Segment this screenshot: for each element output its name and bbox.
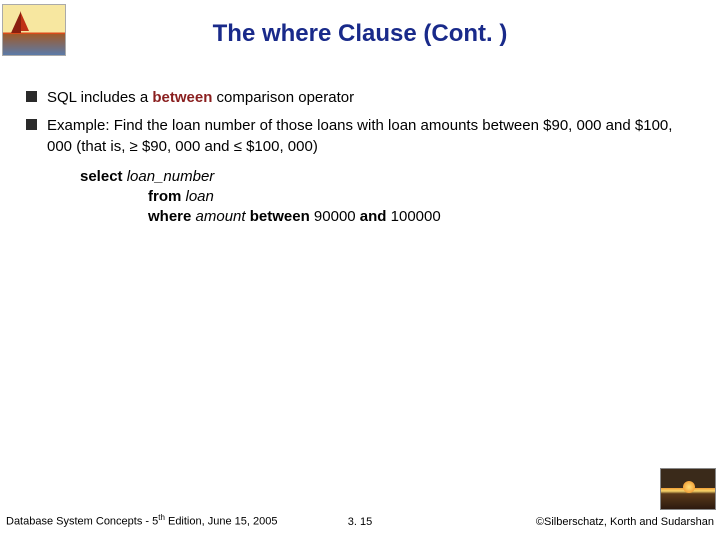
sql-keyword: between xyxy=(250,208,310,225)
slide: The where Clause (Cont. ) SQL includes a… xyxy=(0,0,720,540)
bullet-item: SQL includes a between comparison operat… xyxy=(26,88,694,108)
square-bullet-icon xyxy=(26,91,37,102)
sql-keyword: from xyxy=(148,188,181,205)
sql-identifier: amount xyxy=(191,208,249,225)
sql-identifier: loan_number xyxy=(123,168,215,185)
code-line: select loan_number xyxy=(80,167,694,187)
code-line: where amount between 90000 and 100000 xyxy=(80,207,694,227)
sunset-icon xyxy=(660,468,716,510)
bullet-text: Example: Find the loan number of those l… xyxy=(47,116,694,157)
sql-code-block: select loan_number from loan where amoun… xyxy=(80,167,694,228)
keyword: between xyxy=(152,89,212,106)
sql-keyword: and xyxy=(360,208,387,225)
bullet-item: Example: Find the loan number of those l… xyxy=(26,116,694,157)
slide-title: The where Clause (Cont. ) xyxy=(0,20,720,48)
bullet-text: SQL includes a between comparison operat… xyxy=(47,88,694,108)
square-bullet-icon xyxy=(26,119,37,130)
sql-identifier: loan xyxy=(181,188,214,205)
slide-content: SQL includes a between comparison operat… xyxy=(26,88,694,228)
text-fragment: SQL includes a xyxy=(47,89,152,106)
text-fragment: comparison operator xyxy=(212,89,354,106)
sql-literal: 100000 xyxy=(386,208,440,225)
sql-keyword: select xyxy=(80,168,123,185)
sql-keyword: where xyxy=(148,208,191,225)
code-line: from loan xyxy=(80,187,694,207)
footer-right: ©Silberschatz, Korth and Sudarshan xyxy=(536,516,714,528)
sun-shape xyxy=(683,481,695,493)
sql-literal: 90000 xyxy=(310,208,360,225)
